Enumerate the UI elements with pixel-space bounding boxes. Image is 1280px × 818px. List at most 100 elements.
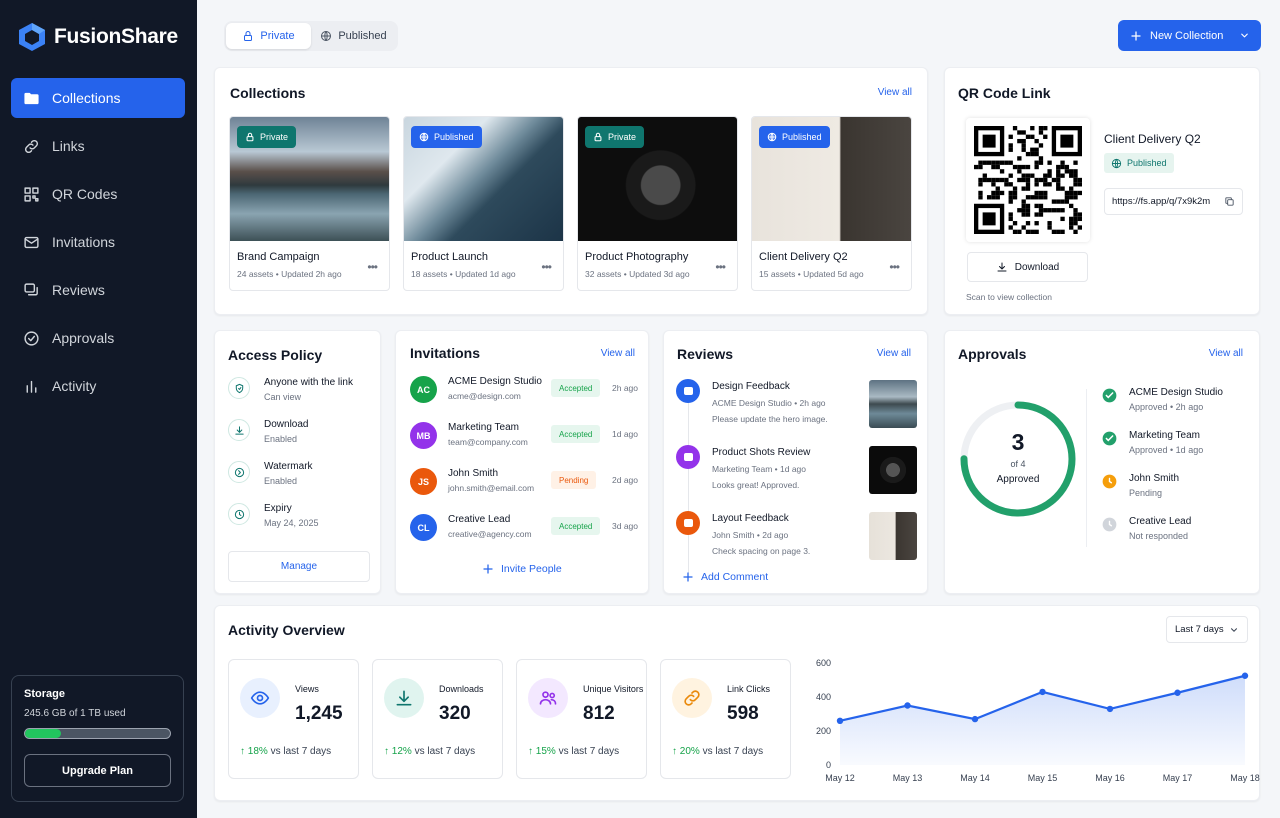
check-circle-icon xyxy=(1102,388,1117,403)
copy-icon[interactable] xyxy=(1224,196,1235,207)
sidebar-item-activity[interactable]: Activity xyxy=(11,366,185,406)
stat-icon-wrap xyxy=(528,678,568,718)
access-item-text: Expiry May 24, 2025 xyxy=(264,503,319,528)
x-tick-label: May 15 xyxy=(1028,773,1058,783)
invitation-time: 2d ago xyxy=(612,475,638,485)
review-title: Layout Feedback xyxy=(712,513,789,524)
invitation-time: 2h ago xyxy=(612,383,638,393)
collection-card[interactable]: Private Product Photography 32 assets • Up… xyxy=(577,116,738,291)
add-comment-button[interactable]: Add Comment xyxy=(682,571,768,583)
collection-card[interactable]: Private Brand Campaign 24 assets • Updated… xyxy=(229,116,390,291)
avatar: MB xyxy=(410,422,437,449)
comment-glyph xyxy=(683,453,693,461)
sidebar-item-reviews[interactable]: Reviews xyxy=(11,270,185,310)
approval-item: Creative Lead Not responded xyxy=(1102,516,1191,541)
stat-change-pct: 15% xyxy=(535,746,556,757)
watermark-icon xyxy=(234,467,244,477)
lock-icon xyxy=(246,132,254,142)
review-item[interactable]: Design Feedback ACME Design Studio • 2h a… xyxy=(676,379,921,431)
plus-icon xyxy=(683,572,693,582)
access-item-value: Can view xyxy=(264,392,302,402)
app-name: FusionShare xyxy=(54,25,178,48)
x-tick-label: May 13 xyxy=(893,773,923,783)
storage-bar xyxy=(24,728,171,739)
review-thumbnail xyxy=(869,512,917,560)
review-title: Product Shots Review xyxy=(712,447,811,458)
qr-status-text: Published xyxy=(1127,158,1167,168)
collection-meta: 18 assets • Updated 1d ago xyxy=(411,269,516,279)
stat-value: 598 xyxy=(727,703,759,724)
users-icon xyxy=(539,691,557,705)
stat-change: ↑ 20% vs last 7 days xyxy=(672,746,763,757)
access-policy-item: Expiry May 24, 2025 xyxy=(228,503,319,528)
invitations-card: Invitations View all AC ACME Design Studi… xyxy=(395,330,649,594)
invitation-row[interactable]: AC ACME Design Studio acme@design.com Accep… xyxy=(410,373,640,405)
collections-view-all[interactable]: View all xyxy=(878,87,912,98)
tab-private[interactable]: Private xyxy=(226,23,311,49)
collection-name: Client Delivery Q2 xyxy=(759,251,848,263)
more-options-icon[interactable]: ••• xyxy=(367,260,378,274)
invitee-name: ACME Design Studio xyxy=(448,376,542,387)
review-item[interactable]: Layout Feedback John Smith • 2d ago Check … xyxy=(676,511,921,563)
invitations-view-all[interactable]: View all xyxy=(601,348,635,359)
qr-title: QR Code Link xyxy=(958,85,1051,101)
access-item-value: Enabled xyxy=(264,434,298,444)
sidebar-item-invitations[interactable]: Invitations xyxy=(11,222,185,262)
sidebar-item-qr-codes[interactable]: QR Codes xyxy=(11,174,185,214)
upgrade-plan-button[interactable]: Upgrade Plan xyxy=(24,754,171,787)
approvals-count: 3 xyxy=(1011,429,1025,455)
avatar: CL xyxy=(410,514,437,541)
invite-people-label: Invite People xyxy=(501,563,562,575)
shield-icon xyxy=(235,383,243,393)
qr-download-button[interactable]: Download xyxy=(967,252,1088,282)
link-icon xyxy=(684,690,700,706)
sidebar: FusionShare Collections Links QR Codes Invi… xyxy=(0,0,197,818)
comment-glyph xyxy=(683,519,693,527)
access-item-label: Download xyxy=(264,419,309,430)
stat-label: Views xyxy=(295,684,319,694)
chart-point xyxy=(971,715,979,723)
access-item-label: Anyone with the link xyxy=(264,377,353,388)
manage-button[interactable]: Manage xyxy=(228,551,370,582)
invitation-row[interactable]: MB Marketing Team team@company.com Accepted… xyxy=(410,419,640,451)
approvals-view-all[interactable]: View all xyxy=(1209,348,1243,359)
collection-badge-label: Private xyxy=(260,132,289,142)
invitation-time: 3d ago xyxy=(612,521,638,531)
y-tick-label: 400 xyxy=(816,692,831,702)
invitation-row[interactable]: CL Creative Lead creative@agency.com Accept… xyxy=(410,511,640,543)
review-meta: Marketing Team • 1d ago xyxy=(712,464,807,474)
sidebar-item-collections[interactable]: Collections xyxy=(11,78,185,118)
collection-name: Brand Campaign xyxy=(237,251,320,263)
more-options-icon[interactable]: ••• xyxy=(541,260,552,274)
invitee-name: Marketing Team xyxy=(448,422,519,433)
invite-people-button[interactable]: Invite People xyxy=(482,563,562,575)
more-options-icon[interactable]: ••• xyxy=(715,260,726,274)
qr-url-field[interactable]: https://fs.app/q/7x9k2m xyxy=(1104,188,1243,215)
invitation-row[interactable]: JS John Smith john.smith@email.com Pending 2… xyxy=(410,465,640,497)
reviews-view-all[interactable]: View all xyxy=(877,348,911,359)
access-policy-item: Anyone with the link Can view xyxy=(228,377,353,402)
arrow-up-icon: ↑ xyxy=(672,746,680,757)
storage-used: 245.6 GB of 1 TB used xyxy=(24,708,126,719)
collection-badge: Published xyxy=(411,126,482,148)
globe-icon xyxy=(419,132,429,142)
more-options-icon[interactable]: ••• xyxy=(889,260,900,274)
tab-published[interactable]: Published xyxy=(311,23,396,49)
app-logo[interactable]: FusionShare xyxy=(18,22,178,52)
collection-badge: Private xyxy=(585,126,645,148)
sidebar-item-label: Invitations xyxy=(52,234,116,250)
stat-label: Downloads xyxy=(439,684,484,694)
range-select[interactable]: Last 7 days xyxy=(1166,616,1248,643)
avatar: JS xyxy=(410,468,437,495)
collection-card[interactable]: Published Client Delivery Q2 15 assets • U… xyxy=(751,116,912,291)
invitee-name: John Smith xyxy=(448,468,499,479)
stat-icon-wrap xyxy=(672,678,712,718)
stat-change-vs: vs last 7 days xyxy=(270,746,332,757)
check-circle-icon xyxy=(1102,431,1117,446)
collection-card[interactable]: Published Product Launch 18 assets • Updat… xyxy=(403,116,564,291)
sidebar-item-links[interactable]: Links xyxy=(11,126,185,166)
sidebar-item-approvals[interactable]: Approvals xyxy=(11,318,185,358)
new-collection-button[interactable]: New Collection xyxy=(1118,20,1261,51)
review-item[interactable]: Product Shots Review Marketing Team • 1d … xyxy=(676,445,921,497)
x-tick-label: May 14 xyxy=(960,773,990,783)
